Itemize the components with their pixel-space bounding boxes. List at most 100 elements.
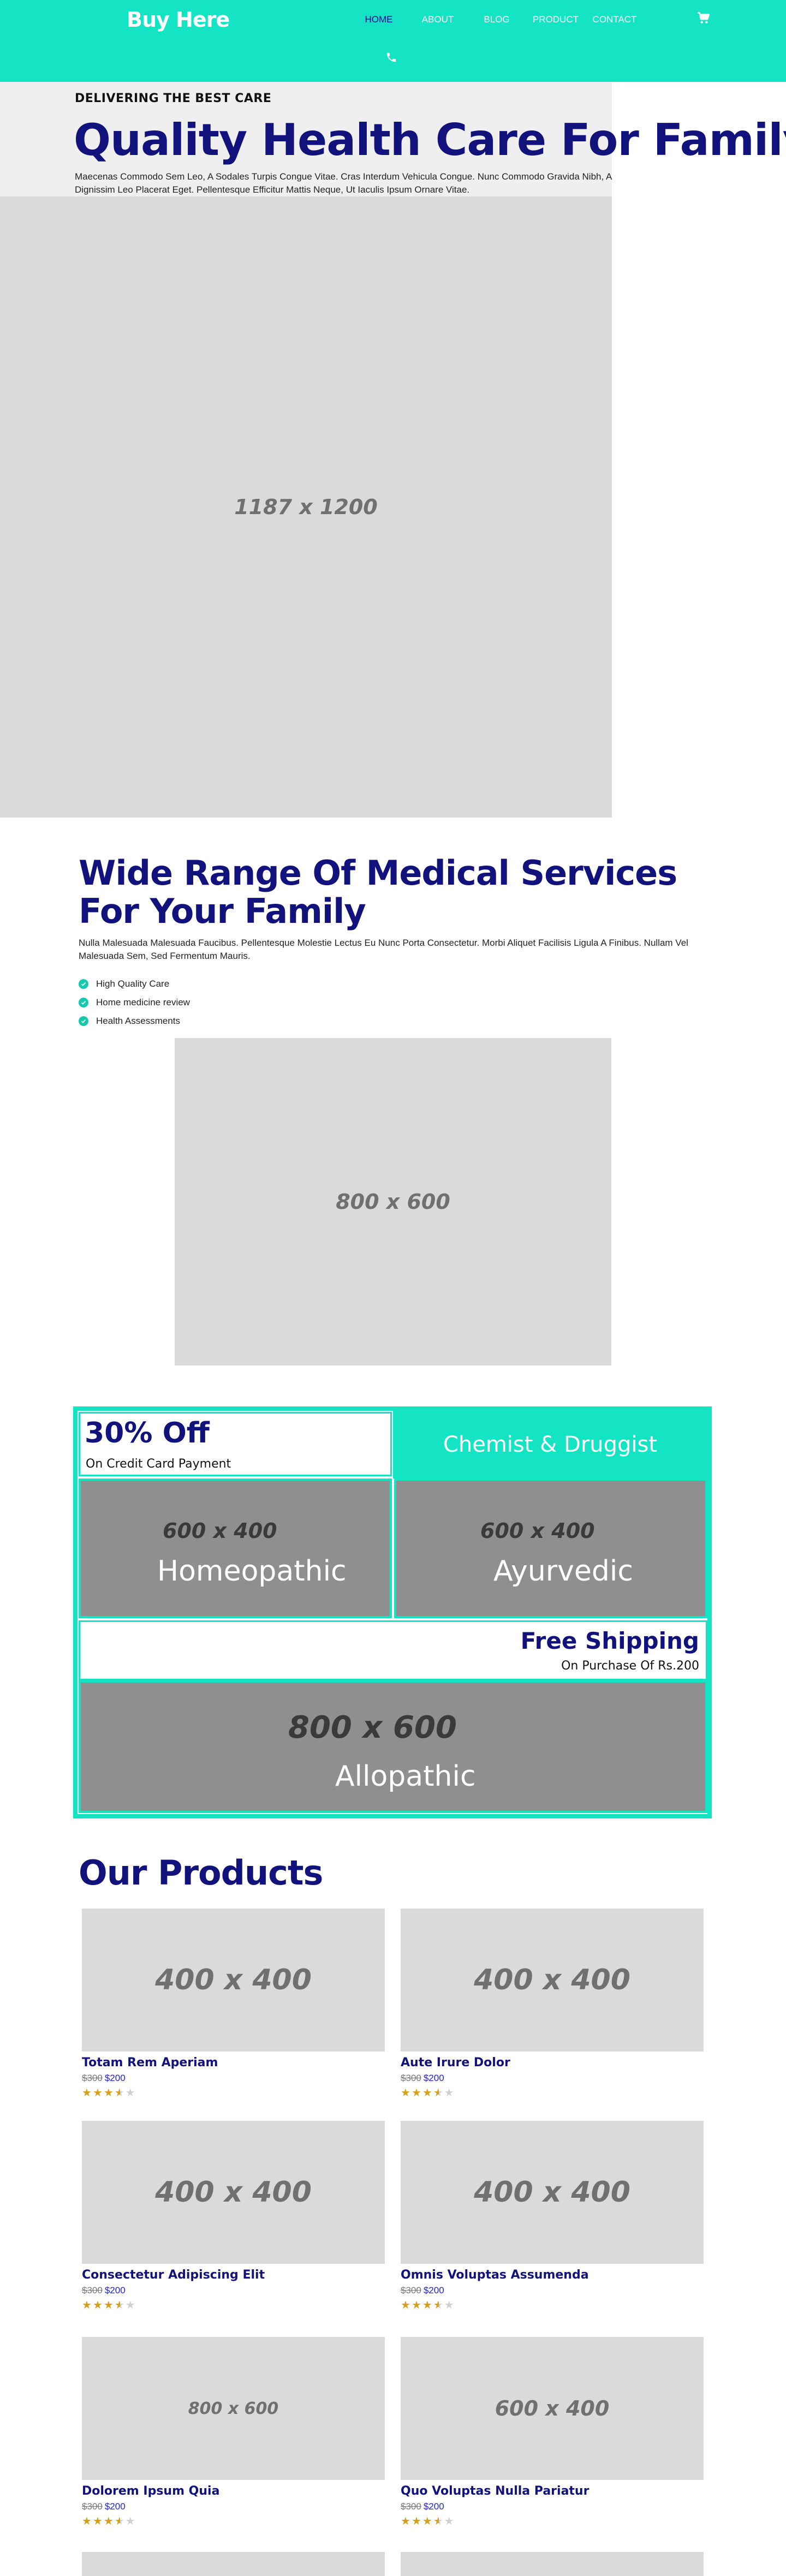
list-item-label: Health Assessments [96, 1016, 181, 1026]
product-name[interactable]: Consectetur Adipiscing Elit [82, 2267, 385, 2283]
hero-title: Quality Health Care For Family [74, 115, 786, 165]
nav-product[interactable]: PRODUCT [526, 14, 585, 25]
star-icon: ★ [103, 2299, 115, 2311]
star-icon: ★ [411, 2299, 422, 2311]
product-image-placeholder[interactable]: 400 x 400 [82, 1909, 385, 2052]
product-image-placeholder[interactable]: 600 x 400 [401, 2337, 704, 2480]
star-icon: ★ [92, 2087, 104, 2099]
star-icon: ★ [125, 2515, 136, 2527]
services-title: Wide Range Of Medical Services For Your … [79, 853, 677, 931]
product-old-price: $300 [401, 2285, 421, 2295]
product-new-price: $200 [423, 2501, 444, 2512]
product-new-price: $200 [104, 2501, 126, 2512]
hero-text: Maecenas Commodo Sem Leo, A Sodales Turp… [75, 171, 612, 195]
chemist-label: Chemist & Druggist [443, 1432, 658, 1457]
allopathic-tile[interactable]: 800 x 600 Allopathic [79, 1680, 707, 1813]
shipping-banner[interactable]: Free Shipping On Purchase Of Rs.200 [79, 1620, 707, 1680]
product-image-placeholder[interactable]: 800 x 600 [82, 2337, 385, 2480]
product-image-placeholder[interactable] [82, 2552, 385, 2576]
product-image-placeholder[interactable]: 400 x 400 [82, 2121, 385, 2264]
ayurvedic-tile[interactable]: 600 x 400 Ayurvedic [394, 1478, 707, 1618]
discount-subtitle: On Credit Card Payment [86, 1457, 231, 1471]
product-new-price: $200 [104, 2285, 126, 2295]
star-icon: ★ [433, 2515, 444, 2527]
product-image-label: 400 x 400 [474, 2176, 630, 2209]
nav-blog[interactable]: BLOG [467, 14, 526, 25]
list-item: High Quality Care [79, 975, 190, 993]
nav-contact[interactable]: CONTACT [585, 14, 644, 25]
hero-image-placeholder: 1187 x 1200 [0, 196, 612, 818]
allopathic-image-label: 800 x 600 [288, 1710, 457, 1745]
star-icon: ★ [411, 2087, 422, 2099]
discount-banner[interactable]: 30% Off On Credit Card Payment [79, 1412, 392, 1476]
star-icon: ★ [433, 2087, 444, 2099]
product-card[interactable] [82, 2552, 385, 2576]
star-icon: ★ [401, 2299, 412, 2311]
chemist-banner[interactable]: Chemist & Druggist [393, 1411, 707, 1478]
list-item-label: High Quality Care [96, 979, 170, 989]
main-nav: HOME ABOUT BLOG PRODUCT CONTACT [349, 14, 644, 25]
shipping-title: Free Shipping [520, 1627, 699, 1654]
shipping-subtitle: On Purchase Of Rs.200 [561, 1659, 699, 1673]
product-price: $300 $200 [82, 2071, 385, 2085]
product-new-price: $200 [423, 2285, 444, 2295]
star-icon: ★ [114, 2515, 126, 2527]
product-card[interactable]: 400 x 400 Omnis Voluptas Assumenda $300 $… [401, 2121, 704, 2313]
star-icon: ★ [82, 2299, 93, 2311]
product-card[interactable]: 800 x 600 Dolorem Ipsum Quia $300 $200 ★★… [82, 2337, 385, 2529]
ayurvedic-image-label: 600 x 400 [480, 1519, 595, 1543]
product-card[interactable]: 600 x 400 Quo Voluptas Nulla Pariatur $3… [401, 2337, 704, 2529]
product-card[interactable]: 400 x 400 Totam Rem Aperiam $300 $200 ★★★… [82, 1909, 385, 2101]
star-icon: ★ [444, 2299, 455, 2311]
star-icon: ★ [114, 2087, 126, 2099]
product-new-price: $200 [423, 2073, 444, 2083]
product-name[interactable]: Aute Irure Dolor [401, 2055, 704, 2071]
product-image-placeholder[interactable] [401, 2552, 704, 2576]
homeopathic-label: Homeopathic [157, 1555, 347, 1588]
product-image-label: 600 x 400 [495, 2396, 610, 2420]
promo-grid: 30% Off On Credit Card Payment Chemist &… [73, 1406, 712, 1818]
star-icon: ★ [82, 2515, 93, 2527]
product-name[interactable]: Dolorem Ipsum Quia [82, 2483, 385, 2500]
star-icon: ★ [103, 2087, 115, 2099]
star-icon: ★ [422, 2087, 433, 2099]
product-image-label: 400 x 400 [155, 2176, 312, 2209]
product-price: $300 $200 [82, 2283, 385, 2298]
product-price: $300 $200 [401, 2283, 704, 2298]
homeopathic-image-label: 600 x 400 [163, 1519, 277, 1543]
star-icon: ★ [422, 2299, 433, 2311]
homeopathic-tile[interactable]: 600 x 400 Homeopathic [79, 1478, 392, 1618]
star-icon: ★ [103, 2515, 115, 2527]
product-new-price: $200 [104, 2073, 126, 2083]
product-image-placeholder[interactable]: 400 x 400 [401, 1909, 704, 2052]
product-card[interactable]: 400 x 400 Aute Irure Dolor $300 $200 ★★★★… [401, 1909, 704, 2101]
phone-icon[interactable] [385, 51, 397, 63]
nav-about[interactable]: ABOUT [408, 14, 467, 25]
list-item: Home medicine review [79, 993, 190, 1012]
list-item: Health Assessments [79, 1012, 190, 1030]
star-icon: ★ [92, 2515, 104, 2527]
services-list: High Quality Care Home medicine review H… [79, 975, 190, 1030]
product-old-price: $300 [401, 2501, 421, 2512]
product-price: $300 $200 [401, 2500, 704, 2514]
product-old-price: $300 [82, 2501, 103, 2512]
hero-eyebrow: DELIVERING THE BEST CARE [75, 92, 272, 105]
product-card[interactable] [401, 2552, 704, 2576]
product-rating: ★★★★★ [82, 2085, 385, 2101]
products-title: Our Products [79, 1853, 323, 1893]
product-name[interactable]: Omnis Voluptas Assumenda [401, 2267, 704, 2283]
product-image-placeholder[interactable]: 400 x 400 [401, 2121, 704, 2264]
star-icon: ★ [125, 2087, 136, 2099]
site-logo[interactable]: Buy Here [127, 8, 230, 32]
nav-home[interactable]: HOME [349, 14, 408, 25]
star-icon: ★ [401, 2087, 412, 2099]
discount-title: 30% Off [85, 1417, 210, 1450]
product-old-price: $300 [82, 2285, 103, 2295]
product-image-label: 400 x 400 [155, 1964, 312, 1996]
product-image-label: 800 x 600 [188, 2399, 279, 2418]
product-name[interactable]: Quo Voluptas Nulla Pariatur [401, 2483, 704, 2500]
product-name[interactable]: Totam Rem Aperiam [82, 2055, 385, 2071]
check-icon [79, 979, 88, 989]
cart-icon[interactable] [696, 11, 711, 25]
product-card[interactable]: 400 x 400 Consectetur Adipiscing Elit $3… [82, 2121, 385, 2313]
